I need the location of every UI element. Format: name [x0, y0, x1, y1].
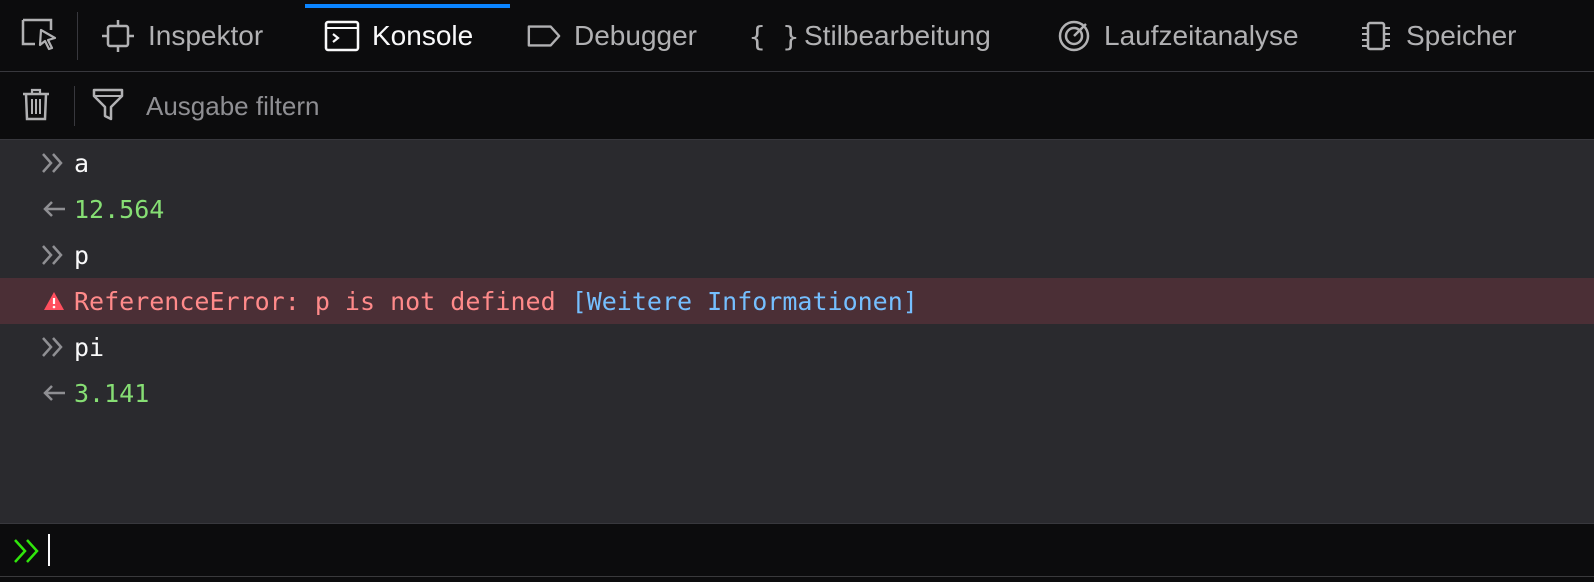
performance-icon: [1056, 18, 1092, 54]
entry-text: 3.141: [74, 378, 150, 408]
console-error-entry[interactable]: ReferenceError: p is not defined [Weiter…: [0, 278, 1594, 324]
error-message: ReferenceError: p is not defined: [74, 286, 556, 316]
input-chevron-icon: [34, 335, 74, 359]
result-arrow-icon: [34, 199, 74, 219]
entry-text: pi: [74, 332, 105, 362]
memory-icon: [1358, 18, 1394, 54]
input-chevron-icon: [34, 151, 74, 175]
command-input[interactable]: [52, 532, 1552, 568]
tab-label: Laufzeitanalyse: [1104, 20, 1299, 51]
funnel-icon: [92, 87, 124, 126]
tab-konsole[interactable]: Konsole: [324, 0, 473, 72]
console-output: a 12.564 p ReferenceError: p is not defi…: [0, 140, 1594, 523]
tab-speicher[interactable]: Speicher: [1358, 0, 1517, 72]
console-icon: [324, 18, 360, 54]
tab-label: Inspektor: [148, 20, 264, 51]
tab-label: Debugger: [574, 20, 697, 51]
result-arrow-icon: [34, 383, 74, 403]
tab-debugger[interactable]: Debugger: [526, 0, 697, 72]
console-result-entry[interactable]: 12.564: [0, 186, 1594, 232]
console-input-line: [0, 523, 1594, 576]
devtools-tabbar: Inspektor Konsole Debugger { } Stilbearb…: [0, 0, 1594, 72]
entry-text: 12.564: [74, 194, 165, 224]
console-input-entry[interactable]: pi: [0, 324, 1594, 370]
console-input-entry[interactable]: a: [0, 140, 1594, 186]
tab-label: Konsole: [372, 20, 474, 51]
input-chevron-icon: [34, 243, 74, 267]
tab-stilbearbeitung[interactable]: { } Stilbearbeitung: [748, 0, 991, 72]
prompt-chevron-icon: [12, 534, 46, 568]
braces-icon: { }: [748, 19, 800, 53]
error-icon: [34, 291, 74, 311]
tabbar-divider: [77, 12, 78, 60]
debugger-icon: [526, 18, 562, 54]
filter-input[interactable]: [146, 84, 1046, 128]
inspector-icon: [100, 18, 136, 54]
devtools-window: Inspektor Konsole Debugger { } Stilbearb…: [0, 0, 1594, 577]
console-result-entry[interactable]: 3.141: [0, 370, 1594, 416]
tab-label: Speicher: [1406, 20, 1517, 51]
toolbar-divider: [74, 86, 75, 126]
element-picker-button[interactable]: [0, 0, 78, 72]
clear-output-button[interactable]: [18, 88, 54, 124]
learn-more-link[interactable]: [Weitere Informationen]: [572, 287, 918, 316]
entry-text: p: [74, 240, 90, 270]
active-tab-indicator: [305, 4, 510, 8]
tab-laufzeitanalyse[interactable]: Laufzeitanalyse: [1056, 0, 1299, 72]
console-toolbar: [0, 72, 1594, 140]
text-caret: [48, 534, 50, 566]
tab-label: Stilbearbeitung: [804, 20, 991, 51]
tab-inspektor[interactable]: Inspektor: [100, 0, 263, 72]
element-picker-icon: [19, 16, 59, 57]
trash-icon: [21, 87, 51, 126]
entry-text: a: [74, 148, 90, 178]
console-input-entry[interactable]: p: [0, 232, 1594, 278]
filter-button[interactable]: [90, 88, 126, 124]
